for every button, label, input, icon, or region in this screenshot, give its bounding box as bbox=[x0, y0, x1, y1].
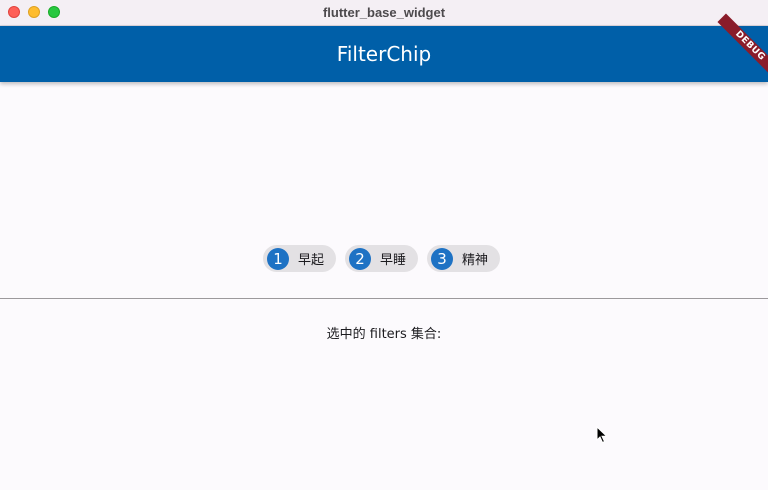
chip-avatar: 3 bbox=[431, 247, 454, 270]
app-bar-title: FilterChip bbox=[336, 42, 432, 66]
filter-chip-3[interactable]: 3 精神 bbox=[427, 245, 501, 272]
mouse-pointer-icon bbox=[596, 426, 608, 444]
filter-chip-row: 1 早起 2 早睡 3 精神 bbox=[263, 245, 501, 272]
window-title: flutter_base_widget bbox=[322, 5, 446, 20]
filter-chip-1[interactable]: 1 早起 bbox=[263, 245, 337, 272]
chip-avatar: 1 bbox=[267, 247, 289, 270]
app-window: flutter_base_widget FilterChip DEBUG 1 早… bbox=[0, 0, 768, 490]
chip-label: 早睡 bbox=[380, 253, 407, 268]
chip-avatar: 2 bbox=[349, 247, 372, 270]
chip-label: 早起 bbox=[298, 253, 325, 268]
filter-chip-2[interactable]: 2 早睡 bbox=[345, 245, 419, 272]
window-titlebar[interactable]: flutter_base_widget bbox=[0, 0, 768, 26]
divider bbox=[0, 298, 768, 299]
chip-label: 精神 bbox=[462, 253, 489, 268]
app-bar: FilterChip DEBUG bbox=[0, 13, 768, 82]
selected-filters-text: 选中的 filters 集合: bbox=[326, 327, 442, 342]
